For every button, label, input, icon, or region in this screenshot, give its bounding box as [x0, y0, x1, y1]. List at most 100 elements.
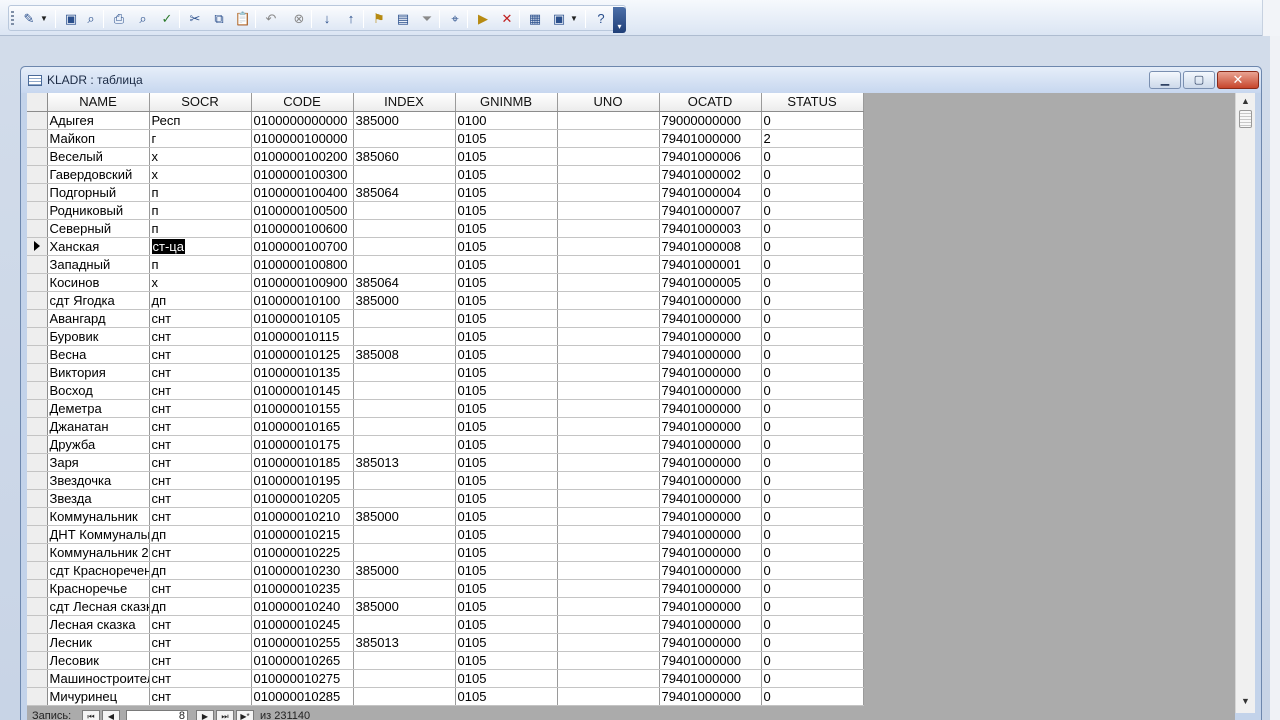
cell-uno[interactable]	[557, 651, 660, 670]
cell-socr[interactable]: дп	[149, 561, 252, 580]
cell-socr[interactable]: снт	[149, 471, 252, 490]
cell-index[interactable]	[353, 381, 456, 400]
cell-name[interactable]: Заря	[47, 453, 150, 472]
record-selector[interactable]	[27, 417, 48, 436]
cell-ocatd[interactable]: 79000000000	[659, 111, 762, 130]
cell-name[interactable]: Мичуринец	[47, 687, 150, 706]
cell-name[interactable]: Северный	[47, 219, 150, 238]
toolbar-overflow-button[interactable]: ▾	[613, 7, 626, 33]
cell-index[interactable]	[353, 687, 456, 706]
cell-ocatd[interactable]: 79401000001	[659, 255, 762, 274]
cell-name[interactable]: Весна	[47, 345, 150, 364]
cell-uno[interactable]	[557, 543, 660, 562]
cell-gninmb[interactable]: 0105	[455, 453, 558, 472]
cell-uno[interactable]	[557, 615, 660, 634]
record-selector[interactable]	[27, 147, 48, 166]
record-selector[interactable]	[27, 291, 48, 310]
cell-ocatd[interactable]: 79401000007	[659, 201, 762, 220]
cell-gninmb[interactable]: 0105	[455, 399, 558, 418]
record-selector[interactable]	[27, 327, 48, 346]
cell-code[interactable]: 010000010195	[251, 471, 354, 490]
cell-uno[interactable]	[557, 579, 660, 598]
cell-ocatd[interactable]: 79401000000	[659, 561, 762, 580]
record-selector[interactable]	[27, 507, 48, 526]
cell-name[interactable]: Коммунальник	[47, 507, 150, 526]
cell-name[interactable]: Коммунальник 2	[47, 543, 150, 562]
cell-code[interactable]: 010000010145	[251, 381, 354, 400]
cell-code[interactable]: 010000010285	[251, 687, 354, 706]
cell-uno[interactable]	[557, 291, 660, 310]
cell-code[interactable]: 010000010235	[251, 579, 354, 598]
cell-gninmb[interactable]: 0105	[455, 615, 558, 634]
record-selector[interactable]	[27, 273, 48, 292]
cell-name[interactable]: Веселый	[47, 147, 150, 166]
cell-ocatd[interactable]: 79401000000	[659, 633, 762, 652]
cell-status[interactable]: 0	[761, 525, 864, 544]
record-selector[interactable]	[27, 183, 48, 202]
cell-status[interactable]: 0	[761, 399, 864, 418]
record-selector[interactable]	[27, 111, 48, 130]
column-header-uno[interactable]: UNO	[557, 93, 660, 112]
cell-socr[interactable]: снт	[149, 651, 252, 670]
record-selector[interactable]	[27, 669, 48, 688]
cell-socr[interactable]: снт	[149, 399, 252, 418]
record-selector[interactable]	[27, 309, 48, 328]
cell-ocatd[interactable]: 79401000000	[659, 363, 762, 382]
cell-uno[interactable]	[557, 165, 660, 184]
cell-code[interactable]: 0100000100500	[251, 201, 354, 220]
cell-status[interactable]: 0	[761, 273, 864, 292]
cell-ocatd[interactable]: 79401000000	[659, 597, 762, 616]
column-header-socr[interactable]: SOCR	[149, 93, 252, 112]
copy-icon[interactable]: ⧉	[209, 9, 229, 29]
cell-socr[interactable]: снт	[149, 489, 252, 508]
find-icon[interactable]: ⌖	[445, 9, 465, 29]
search-file-icon[interactable]: ⌕	[81, 9, 101, 29]
cell-uno[interactable]	[557, 489, 660, 508]
cell-status[interactable]: 0	[761, 435, 864, 454]
save-icon[interactable]: ▣	[61, 9, 81, 29]
cell-ocatd[interactable]: 79401000000	[659, 129, 762, 148]
cell-code[interactable]: 0100000100600	[251, 219, 354, 238]
cell-uno[interactable]	[557, 129, 660, 148]
cell-socr[interactable]: п	[149, 219, 252, 238]
cell-ocatd[interactable]: 79401000000	[659, 579, 762, 598]
cell-name[interactable]: сдт Краснореченское	[47, 561, 150, 580]
cell-index[interactable]	[353, 399, 456, 418]
record-selector[interactable]	[27, 237, 48, 256]
cell-status[interactable]: 2	[761, 129, 864, 148]
cell-status[interactable]: 0	[761, 309, 864, 328]
view-icon[interactable]: ✎	[19, 9, 39, 29]
cell-code[interactable]: 010000010265	[251, 651, 354, 670]
cell-code[interactable]: 0100000100000	[251, 129, 354, 148]
cell-socr[interactable]: снт	[149, 417, 252, 436]
record-selector[interactable]	[27, 615, 48, 634]
cell-status[interactable]: 0	[761, 255, 864, 274]
cell-gninmb[interactable]: 0105	[455, 687, 558, 706]
cell-socr[interactable]: п	[149, 183, 252, 202]
cell-name[interactable]: Родниковый	[47, 201, 150, 220]
cell-index[interactable]	[353, 651, 456, 670]
cell-gninmb[interactable]: 0105	[455, 309, 558, 328]
cell-socr[interactable]: снт	[149, 435, 252, 454]
record-selector[interactable]	[27, 201, 48, 220]
cell-gninmb[interactable]: 0105	[455, 345, 558, 364]
record-selector[interactable]	[27, 561, 48, 580]
cell-code[interactable]: 010000010225	[251, 543, 354, 562]
database-window-icon[interactable]: ▦	[525, 9, 545, 29]
record-selector[interactable]	[27, 363, 48, 382]
cell-ocatd[interactable]: 79401000000	[659, 615, 762, 634]
cell-status[interactable]: 0	[761, 327, 864, 346]
cell-index[interactable]	[353, 219, 456, 238]
cell-name[interactable]: Лесовик	[47, 651, 150, 670]
cell-ocatd[interactable]: 79401000000	[659, 291, 762, 310]
cell-socr[interactable]: х	[149, 165, 252, 184]
record-selector[interactable]	[27, 543, 48, 562]
cell-ocatd[interactable]: 79401000000	[659, 651, 762, 670]
cell-code[interactable]: 010000010240	[251, 597, 354, 616]
cell-status[interactable]: 0	[761, 489, 864, 508]
record-selector[interactable]	[27, 687, 48, 706]
cell-index[interactable]	[353, 165, 456, 184]
cell-index[interactable]	[353, 579, 456, 598]
cell-socr[interactable]: снт	[149, 327, 252, 346]
cell-ocatd[interactable]: 79401000006	[659, 147, 762, 166]
